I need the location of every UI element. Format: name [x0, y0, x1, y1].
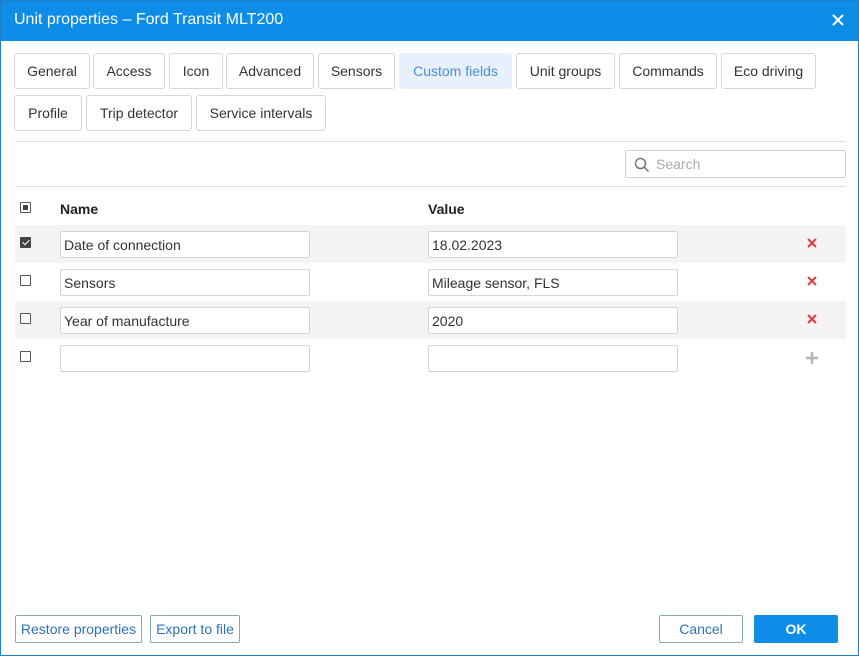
- row-checkbox[interactable]: [20, 351, 31, 362]
- restore-properties-button[interactable]: Restore properties: [15, 615, 142, 643]
- tab-unit-groups[interactable]: Unit groups: [516, 53, 615, 89]
- search-box[interactable]: [625, 150, 846, 178]
- value-field[interactable]: [428, 307, 678, 334]
- tab-eco-driving[interactable]: Eco driving: [721, 53, 816, 89]
- name-field[interactable]: [60, 269, 310, 296]
- tab-general[interactable]: General: [14, 53, 90, 89]
- value-field[interactable]: [428, 231, 678, 258]
- select-all-checkbox[interactable]: [20, 202, 31, 213]
- row-checkbox[interactable]: [20, 237, 31, 248]
- close-icon[interactable]: [828, 10, 848, 30]
- column-header-name: Name: [60, 201, 99, 217]
- tabs-divider: [15, 141, 846, 142]
- tab-advanced[interactable]: Advanced: [226, 53, 314, 89]
- cancel-button[interactable]: Cancel: [659, 615, 743, 643]
- search-icon: [634, 157, 650, 173]
- new-name-field[interactable]: [60, 345, 310, 372]
- ok-button[interactable]: OK: [754, 615, 838, 643]
- column-header-value: Value: [428, 201, 465, 217]
- dialog-title: Unit properties – Ford Transit MLT200: [14, 11, 284, 28]
- table-row: [15, 225, 846, 263]
- export-to-file-button[interactable]: Export to file: [150, 615, 240, 643]
- new-field-row: [15, 339, 846, 377]
- tab-sensors[interactable]: Sensors: [318, 53, 395, 89]
- tab-custom-fields[interactable]: Custom fields: [399, 53, 512, 89]
- table-row: [15, 263, 846, 301]
- unit-properties-dialog: Unit properties – Ford Transit MLT200 Ge…: [0, 0, 859, 656]
- tab-service-intervals[interactable]: Service intervals: [196, 95, 326, 131]
- tab-trip-detector[interactable]: Trip detector: [86, 95, 192, 131]
- tab-icon[interactable]: Icon: [169, 53, 223, 89]
- tab-access[interactable]: Access: [93, 53, 165, 89]
- row-checkbox[interactable]: [20, 313, 31, 324]
- delete-icon[interactable]: [805, 274, 819, 288]
- value-field[interactable]: [428, 269, 678, 296]
- name-field[interactable]: [60, 231, 310, 258]
- search-divider: [15, 186, 846, 187]
- delete-icon[interactable]: [805, 236, 819, 250]
- title-bar: Unit properties – Ford Transit MLT200: [1, 1, 858, 41]
- new-value-field[interactable]: [428, 345, 678, 372]
- name-field[interactable]: [60, 307, 310, 334]
- search-input[interactable]: [656, 155, 836, 173]
- delete-icon[interactable]: [805, 312, 819, 326]
- tab-commands[interactable]: Commands: [619, 53, 717, 89]
- plus-icon[interactable]: [804, 350, 820, 366]
- row-checkbox[interactable]: [20, 275, 31, 286]
- table-row: [15, 301, 846, 339]
- tab-profile[interactable]: Profile: [14, 95, 82, 131]
